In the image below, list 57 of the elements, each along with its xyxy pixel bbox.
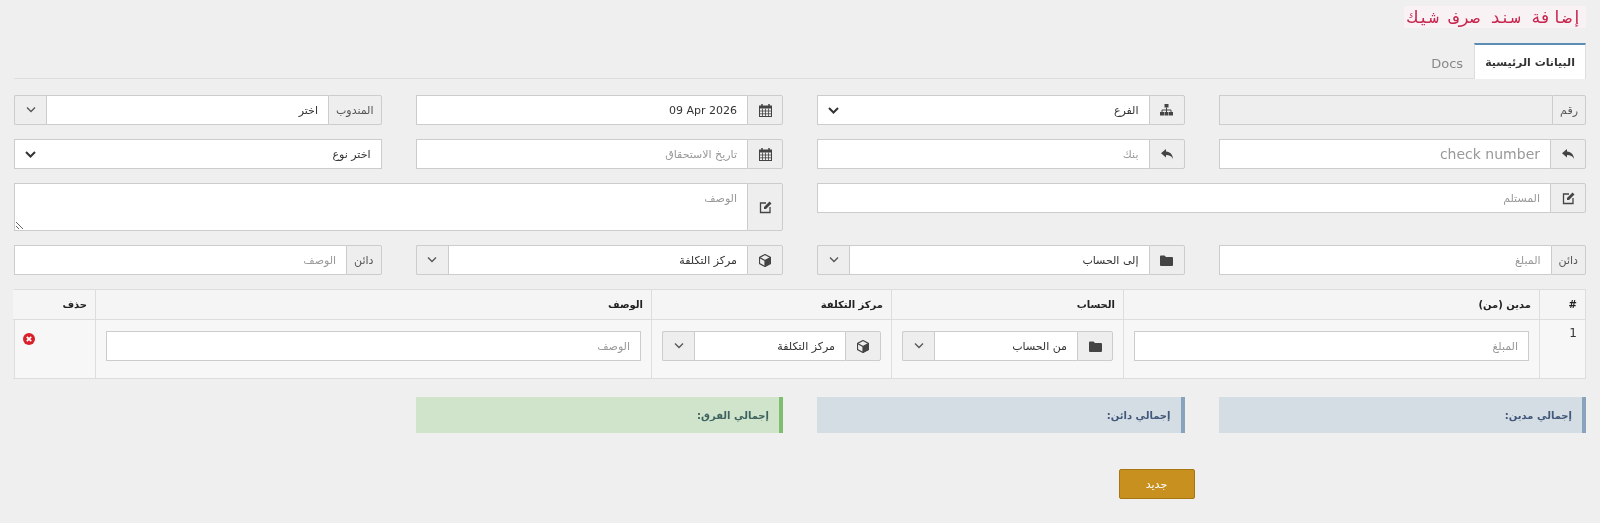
row-number: 1 (1569, 325, 1577, 342)
select-field[interactable]: من الحساب (934, 331, 1077, 361)
edit-icon (1561, 191, 1575, 205)
total-label: إجمالي دائن: (1106, 409, 1171, 421)
chevron-icon (828, 106, 839, 114)
column-header: الحساب (1076, 299, 1115, 310)
caret-icon (913, 343, 924, 349)
delete-icon[interactable] (23, 333, 35, 345)
input-field[interactable]: المبلغ (1218, 245, 1551, 275)
caret-icon (828, 257, 839, 263)
field-label: رقم (1552, 95, 1586, 125)
tab[interactable]: البيانات الرئيسية (1474, 43, 1586, 79)
chevron-icon (25, 150, 36, 158)
dropdown-button[interactable] (817, 245, 849, 275)
column-header: حذف (62, 299, 87, 310)
folder-icon (1160, 254, 1173, 266)
select-field[interactable]: اختر نوع (14, 139, 382, 169)
input-field[interactable]: المستلم (817, 183, 1550, 213)
dropdown-button[interactable] (14, 95, 46, 125)
text-area[interactable]: الوصف (14, 183, 747, 231)
input-field[interactable]: 09 Apr 2026 (415, 95, 747, 125)
select-field[interactable]: اختر (46, 95, 328, 125)
reply-arrow-icon (1561, 148, 1575, 160)
cube-icon (759, 253, 771, 267)
input-field[interactable]: الوصف (106, 331, 641, 361)
select-field[interactable]: مركز التكلفة (447, 245, 747, 275)
caret-icon (427, 257, 437, 263)
column-header: مدين (من) (1478, 299, 1531, 310)
total-label: إجمالي الفرق: (697, 409, 769, 421)
total-label: إجمالي مدين: (1504, 409, 1572, 421)
input-field[interactable]: بنك (817, 139, 1149, 169)
reply-arrow-icon (1159, 148, 1174, 160)
field-label: المندوب (327, 95, 382, 125)
calendar-icon (758, 103, 772, 117)
field-label: دائن (346, 245, 382, 275)
caret-icon (25, 107, 36, 113)
page-title: إضافة سند صرف شيك (1404, 6, 1586, 28)
input-field[interactable]: المبلغ (1134, 331, 1529, 361)
calendar-icon (758, 147, 772, 161)
select-field[interactable]: مركز التكلفة (694, 331, 845, 361)
sitemap-icon (1160, 104, 1173, 116)
column-header: الوصف (607, 299, 643, 310)
input-field[interactable]: check number (1218, 139, 1550, 169)
field-label: دائن (1550, 245, 1586, 275)
select-field[interactable]: الفرع (817, 95, 1149, 125)
dropdown-button[interactable] (415, 245, 448, 275)
select-field[interactable]: إلى الحساب (849, 245, 1149, 275)
dropdown-button[interactable] (662, 331, 694, 361)
input-field[interactable]: الوصف (14, 245, 347, 275)
dropdown-button[interactable] (902, 331, 934, 361)
caret-icon (673, 343, 684, 349)
edit-icon (758, 200, 772, 214)
cube-icon (857, 339, 869, 353)
column-header: مركز التكلفة (820, 299, 883, 310)
folder-icon (1088, 340, 1102, 352)
input-field[interactable]: تاريخ الاستحقاق (415, 139, 747, 169)
column-header: # (1568, 299, 1577, 310)
